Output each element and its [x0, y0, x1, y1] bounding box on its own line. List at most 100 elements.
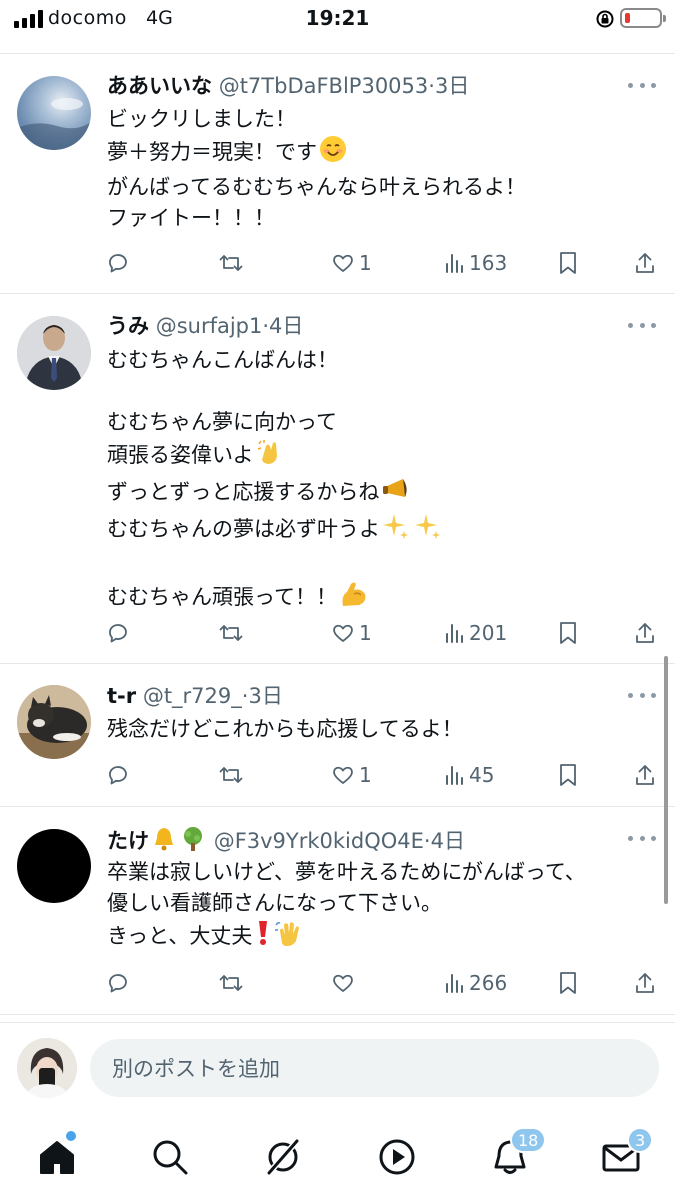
megaphone-emoji	[381, 475, 413, 512]
tweet-actions: 1 163	[0, 248, 675, 278]
views-button[interactable]: 45	[445, 760, 494, 790]
post-time[interactable]: 3日	[248, 684, 282, 708]
like-button[interactable]	[331, 968, 359, 998]
share-icon	[636, 253, 654, 273]
flexed-biceps-emoji	[339, 580, 369, 617]
post-time[interactable]: 3日	[435, 74, 469, 98]
repost-icon	[219, 625, 243, 641]
repost-icon	[219, 767, 243, 783]
post-time[interactable]: 4日	[269, 314, 303, 338]
analytics-icon	[446, 624, 463, 643]
scrollbar[interactable]	[664, 656, 668, 904]
author-handle[interactable]: @F3v9Yrk0kidQO4E	[214, 829, 424, 853]
author-handle[interactable]: @surfajp1	[156, 314, 263, 338]
avatar[interactable]	[17, 316, 91, 390]
like-count: 1	[359, 621, 372, 645]
share-button[interactable]	[633, 760, 657, 790]
reply-input[interactable]: 別のポストを追加	[90, 1039, 659, 1097]
reply-button[interactable]	[106, 618, 130, 648]
like-button[interactable]: 1	[331, 618, 372, 648]
bookmark-icon	[560, 252, 576, 274]
share-icon	[636, 973, 654, 993]
tab-home[interactable]	[37, 1131, 77, 1177]
post-time[interactable]: 4日	[431, 829, 465, 853]
tweet-actions: 1 201	[0, 618, 675, 648]
reply-button[interactable]	[106, 968, 130, 998]
repost-button[interactable]	[218, 618, 244, 648]
view-count: 201	[469, 621, 508, 645]
view-count: 266	[469, 971, 508, 995]
tweet-text: 卒業は寂しいけど、夢を叶えるためにがんばって、 優しい看護師さんになって下さい。き…	[107, 857, 586, 956]
tweet-header: t-r @t_r729_·3日	[107, 684, 283, 708]
more-options-icon[interactable]	[628, 836, 656, 844]
bookmark-button[interactable]	[557, 618, 579, 648]
heart-icon	[333, 624, 353, 642]
repost-button[interactable]	[218, 968, 244, 998]
author-name[interactable]: うみ	[107, 314, 149, 338]
author-handle[interactable]: @t_r729_	[143, 684, 242, 708]
analytics-icon	[446, 766, 463, 785]
author-handle[interactable]: @t7TbDaFBlP30053	[219, 74, 429, 98]
tweet-text: むむちゃんこんばんは！ むむちゃん夢に向かって 頑張る姿偉いよ ずっとずっと応援するか…	[107, 345, 444, 617]
tab-video[interactable]	[377, 1137, 417, 1177]
bookmark-icon	[560, 622, 576, 644]
author-name[interactable]: たけ	[107, 829, 149, 853]
bookmark-button[interactable]	[557, 248, 579, 278]
tab-notifications[interactable]: 18	[490, 1127, 547, 1177]
grok-icon	[266, 1139, 300, 1175]
author-name[interactable]: ああいいな	[107, 74, 212, 98]
share-button[interactable]	[633, 968, 657, 998]
views-button[interactable]: 163	[445, 248, 507, 278]
smiling-face-emoji	[319, 135, 347, 172]
battery-icon	[620, 8, 666, 28]
reply-button[interactable]	[106, 760, 130, 790]
like-button[interactable]: 1	[331, 248, 372, 278]
reply-button[interactable]	[106, 248, 130, 278]
avatar[interactable]	[17, 829, 91, 903]
share-button[interactable]	[633, 618, 657, 648]
author-name[interactable]: t-r	[107, 684, 136, 708]
avatar[interactable]	[17, 76, 91, 150]
tab-messages[interactable]: 3	[601, 1127, 654, 1177]
more-options-icon[interactable]	[628, 83, 656, 91]
status-bar: docomo 4G 19:21	[0, 0, 675, 40]
home-icon	[40, 1141, 74, 1174]
view-count: 45	[469, 763, 495, 787]
tweet-header: たけ @F3v9Yrk0kidQO4E·4日	[107, 826, 465, 858]
clock: 19:21	[305, 6, 370, 30]
divider	[0, 663, 675, 664]
waving-hand-emoji	[274, 919, 306, 956]
my-avatar[interactable]	[17, 1038, 77, 1098]
more-options-icon[interactable]	[628, 693, 656, 701]
views-button[interactable]: 201	[445, 618, 507, 648]
reply-icon	[109, 254, 127, 273]
share-button[interactable]	[633, 248, 657, 278]
avatar[interactable]	[17, 685, 91, 759]
search-icon	[153, 1140, 188, 1175]
exclamation-mark-emoji	[254, 919, 272, 956]
like-count: 1	[359, 763, 372, 787]
heart-icon	[333, 766, 353, 784]
bookmark-button[interactable]	[557, 968, 579, 998]
tab-grok[interactable]	[263, 1137, 303, 1177]
divider	[0, 1022, 675, 1023]
heart-icon	[333, 974, 353, 992]
views-button[interactable]: 266	[445, 968, 507, 998]
play-icon	[379, 1139, 415, 1175]
heart-icon	[333, 254, 353, 272]
like-button[interactable]: 1	[331, 760, 372, 790]
divider	[0, 806, 675, 807]
bookmark-button[interactable]	[557, 760, 579, 790]
reply-icon	[109, 624, 127, 643]
new-posts-dot	[66, 1131, 76, 1141]
tab-search[interactable]	[150, 1137, 190, 1177]
share-icon	[636, 765, 654, 785]
repost-button[interactable]	[218, 760, 244, 790]
repost-button[interactable]	[218, 248, 244, 278]
divider	[0, 53, 675, 54]
tweet-text: ビックリしました！ 夢＋努力＝現実！です がんばってるむむちゃんなら叶えられるよ！フ…	[107, 107, 526, 230]
tweet-header: ああいいな @t7TbDaFBlP30053·3日	[107, 74, 470, 98]
analytics-icon	[446, 974, 463, 993]
tree-emoji	[179, 826, 207, 858]
more-options-icon[interactable]	[628, 323, 656, 331]
